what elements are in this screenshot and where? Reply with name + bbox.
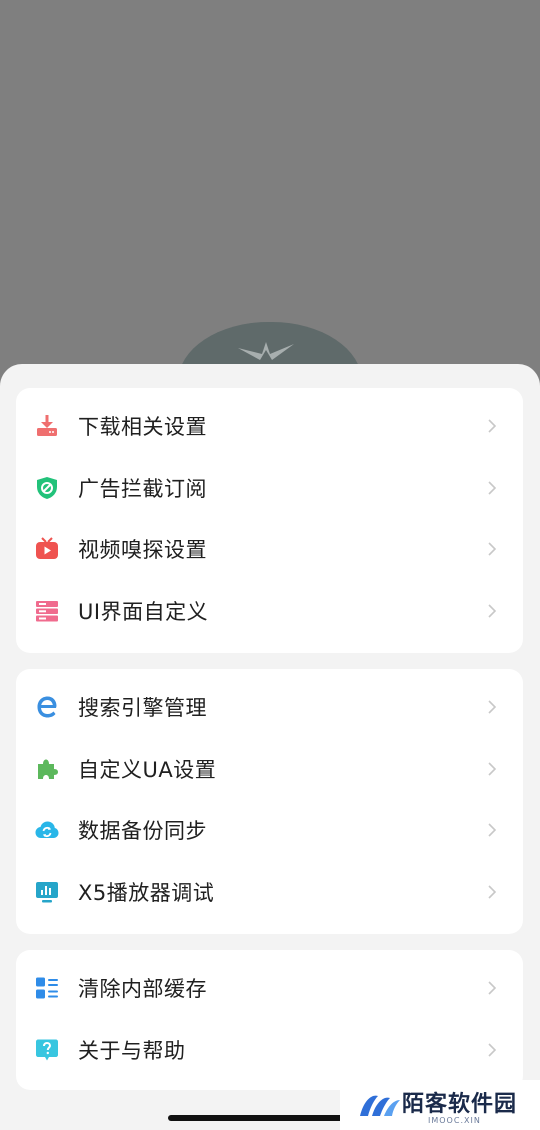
chevron-right-icon [488, 480, 497, 495]
chevron-right-icon [488, 1042, 497, 1057]
watermark-text: 陌客软件园 [402, 1091, 518, 1117]
video-tv-icon [36, 537, 58, 559]
menu-item-label: 自定义UA设置 [78, 757, 217, 782]
menu-item-label: 视频嗅探设置 [78, 538, 207, 562]
watermark-logo-icon [360, 1095, 400, 1116]
menu-item-search-engine[interactable]: 搜索引擎管理 [16, 677, 523, 739]
help-question-icon [36, 1039, 58, 1060]
menu-item-data-backup[interactable]: 数据备份同步 [16, 800, 523, 862]
cloud-sync-icon [35, 821, 59, 838]
search-engine-e-icon [37, 696, 57, 718]
settings-group-2: 搜索引擎管理 自定义UA设置 数据备份同步 X5播放器调试 [16, 669, 523, 934]
menu-item-about-help[interactable]: 关于与帮助 [16, 1020, 523, 1082]
menu-item-label: 搜索引擎管理 [78, 696, 207, 720]
settings-group-3: 清除内部缓存 关于与帮助 [16, 950, 523, 1090]
chevron-right-icon [488, 419, 497, 433]
chevron-right-icon [488, 700, 497, 714]
menu-item-clear-cache[interactable]: 清除内部缓存 [16, 958, 523, 1020]
chevron-right-icon [488, 884, 497, 899]
watermark: 陌客软件园 IMOOC.XIN [340, 1080, 540, 1130]
ad-block-shield-icon [37, 476, 57, 499]
menu-item-label: 清除内部缓存 [78, 977, 207, 1001]
monitor-chart-icon [36, 881, 58, 902]
settings-group-1: 下载相关设置 广告拦截订阅 视频嗅探设置 UI界面自定义 [16, 388, 523, 653]
menu-item-label: 关于与帮助 [78, 1038, 186, 1063]
puzzle-icon [38, 759, 58, 779]
menu-item-ad-block[interactable]: 广告拦截订阅 [16, 458, 523, 520]
menu-item-ui-customize[interactable]: UI界面自定义 [16, 581, 523, 643]
chevron-right-icon [488, 823, 497, 837]
download-icon [37, 415, 57, 436]
chevron-right-icon [488, 603, 497, 618]
ui-layout-icon [36, 600, 58, 621]
menu-item-label: 广告拦截订阅 [78, 476, 207, 501]
clear-cache-icon [36, 977, 58, 999]
chevron-right-icon [488, 761, 497, 776]
menu-item-video-sniff[interactable]: 视频嗅探设置 [16, 519, 523, 581]
menu-item-x5-player-debug[interactable]: X5播放器调试 [16, 862, 523, 924]
menu-item-label: 数据备份同步 [78, 819, 207, 843]
menu-item-label: X5播放器调试 [78, 880, 215, 905]
chevron-right-icon [488, 542, 497, 556]
bird-illustration-icon [238, 342, 294, 360]
menu-item-label: 下载相关设置 [78, 415, 207, 439]
menu-item-custom-ua[interactable]: 自定义UA设置 [16, 739, 523, 801]
menu-item-label: UI界面自定义 [78, 599, 209, 624]
menu-item-download-settings[interactable]: 下载相关设置 [16, 396, 523, 458]
watermark-subtext: IMOOC.XIN [428, 1116, 481, 1125]
settings-bottom-sheet: 下载相关设置 广告拦截订阅 视频嗅探设置 UI界面自定义 搜索引擎管理 自定义U… [0, 364, 540, 1130]
chevron-right-icon [488, 981, 497, 995]
